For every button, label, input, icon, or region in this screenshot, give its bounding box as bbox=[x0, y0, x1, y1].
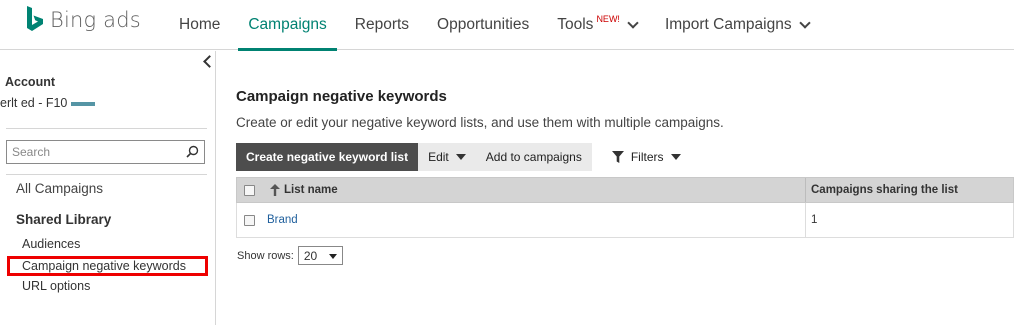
nav-opportunities-label: Opportunities bbox=[437, 16, 530, 33]
toolbar-grey-group: Edit Add to campaigns bbox=[418, 143, 592, 171]
column-header-campaigns-sharing[interactable]: Campaigns sharing the list bbox=[806, 178, 1013, 202]
create-negative-keyword-list-button[interactable]: Create negative keyword list bbox=[236, 143, 419, 171]
nav-tools[interactable]: Tools NEW! bbox=[543, 0, 651, 50]
edit-label: Edit bbox=[428, 150, 449, 164]
negative-keyword-lists-table: List name Campaigns sharing the list Bra… bbox=[236, 177, 1014, 238]
brand-name: Bing ads bbox=[50, 8, 141, 32]
nav-import-label: Import Campaigns bbox=[664, 16, 792, 33]
page-title: Campaign negative keywords bbox=[236, 88, 447, 105]
rows-per-page-value: 20 bbox=[303, 248, 318, 263]
column-header-list-name[interactable]: List name bbox=[262, 178, 806, 202]
select-all-cell bbox=[237, 178, 262, 202]
sidebar-item-audiences[interactable]: Audiences bbox=[22, 237, 80, 251]
row-select-cell bbox=[237, 203, 262, 237]
chevron-down-icon bbox=[627, 16, 639, 29]
table-row: Brand 1 bbox=[236, 203, 1014, 238]
highlight-box bbox=[7, 256, 208, 276]
filter-icon bbox=[611, 151, 624, 163]
nav-tools-label: Tools bbox=[557, 16, 594, 33]
search-icon[interactable] bbox=[186, 145, 199, 158]
edit-button[interactable]: Edit bbox=[418, 143, 476, 171]
show-rows-label: Show rows: bbox=[237, 249, 294, 262]
nav-home-label: Home bbox=[179, 16, 221, 33]
nav-campaigns[interactable]: Campaigns bbox=[234, 0, 340, 51]
account-name-text: erlt ed - F10 bbox=[0, 96, 68, 110]
select-all-checkbox[interactable] bbox=[244, 184, 255, 196]
chevron-down-icon bbox=[798, 16, 811, 29]
sidebar-item-all-campaigns[interactable]: All Campaigns bbox=[16, 181, 103, 196]
nav-opportunities[interactable]: Opportunities bbox=[423, 0, 543, 50]
table-header: List name Campaigns sharing the list bbox=[236, 177, 1014, 203]
nav-import-campaigns[interactable]: Import Campaigns bbox=[651, 0, 823, 50]
account-name: erlt ed - F10 bbox=[0, 96, 96, 110]
bing-logo-icon bbox=[27, 6, 43, 31]
redaction-mark bbox=[71, 101, 96, 106]
caret-down-icon bbox=[670, 154, 681, 160]
top-navigation-bar: Bing ads Home Campaigns Reports Opportun… bbox=[0, 0, 1014, 51]
sharing-count-cell: 1 bbox=[811, 214, 818, 226]
account-label: Account bbox=[5, 75, 55, 89]
nav-reports[interactable]: Reports bbox=[341, 0, 423, 50]
add-to-campaigns-button[interactable]: Add to campaigns bbox=[476, 143, 592, 171]
left-sidebar: Account erlt ed - F10 All Campaigns Shar… bbox=[0, 51, 216, 325]
nav-home[interactable]: Home bbox=[165, 0, 234, 50]
sidebar-item-url-options[interactable]: URL options bbox=[22, 279, 90, 293]
nav-reports-label: Reports bbox=[354, 16, 410, 33]
divider bbox=[6, 174, 207, 175]
sort-ascending-icon bbox=[270, 184, 280, 196]
pagination-show-rows: Show rows: 20 bbox=[237, 246, 343, 265]
row-checkbox[interactable] bbox=[244, 214, 255, 226]
sidebar-search bbox=[6, 140, 205, 164]
column-label: List name bbox=[284, 184, 338, 196]
list-name-link[interactable]: Brand bbox=[262, 214, 298, 226]
shared-library-heading: Shared Library bbox=[16, 212, 112, 227]
filters-label: Filters bbox=[630, 150, 664, 164]
divider bbox=[6, 128, 207, 129]
new-badge: NEW! bbox=[596, 14, 620, 24]
rows-per-page-select[interactable]: 20 bbox=[297, 246, 343, 265]
caret-down-icon bbox=[328, 254, 337, 259]
list-name-cell: Brand bbox=[262, 203, 806, 237]
filters-button[interactable]: Filters bbox=[611, 143, 681, 171]
nav-campaigns-label: Campaigns bbox=[248, 16, 327, 33]
collapse-sidebar-icon[interactable] bbox=[202, 55, 214, 67]
toolbar: Create negative keyword list Edit Add to… bbox=[236, 143, 681, 171]
search-input[interactable] bbox=[7, 141, 177, 163]
caret-down-icon bbox=[455, 154, 466, 160]
main-nav: Home Campaigns Reports Opportunities Too… bbox=[165, 0, 823, 51]
bing-ads-logo[interactable]: Bing ads bbox=[26, 6, 141, 34]
page-description: Create or edit your negative keyword lis… bbox=[236, 115, 724, 130]
